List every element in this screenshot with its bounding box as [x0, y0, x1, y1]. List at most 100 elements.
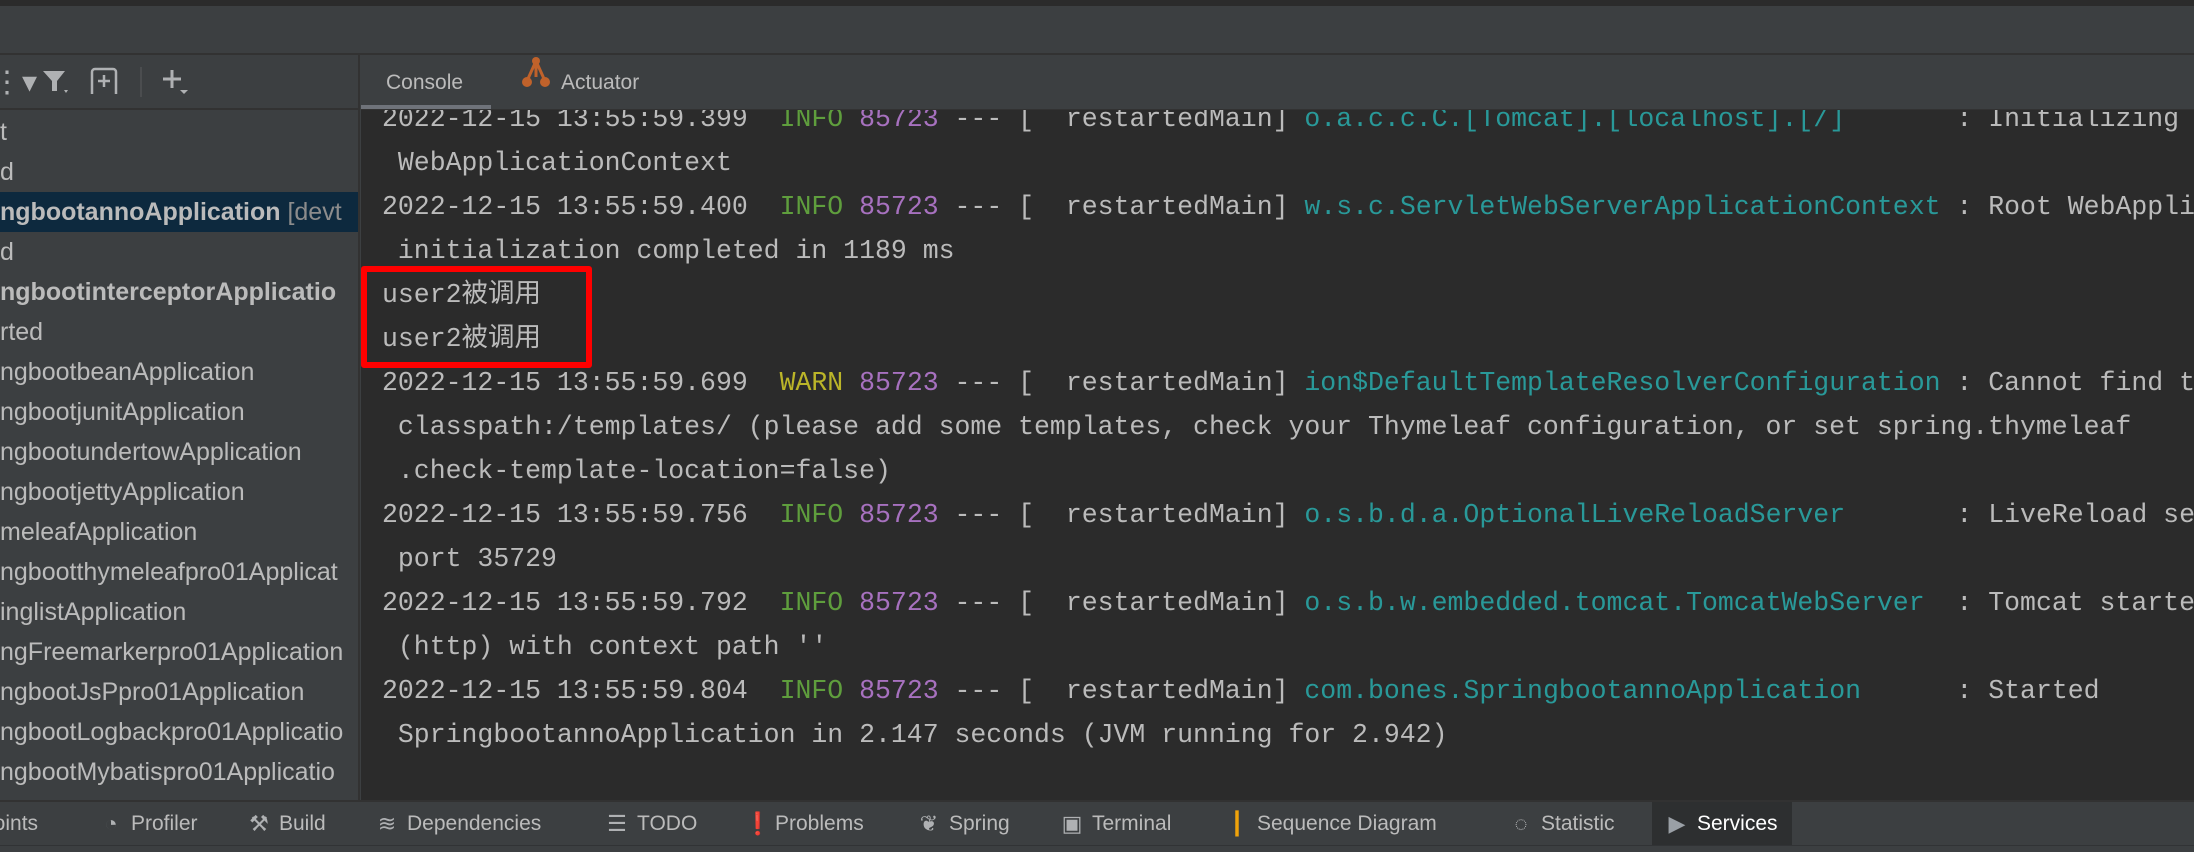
tool-tab-label: Spring [949, 811, 1010, 835]
service-item[interactable]: rted [0, 312, 358, 352]
log-line: WebApplicationContext [382, 141, 2194, 185]
log-logger: o.a.c.c.C.[Tomcat].[localhost].[/] [1304, 110, 1846, 134]
log-level: WARN [779, 368, 844, 398]
tool-tab-statistic[interactable]: ◌ Statistic [1510, 802, 1614, 845]
pie-icon: ◌ [1514, 810, 1528, 836]
service-item-label: ngbootbeanApplication [0, 358, 255, 386]
tool-tab-terminal[interactable]: ▣ Terminal [1061, 802, 1172, 845]
service-item-label: ngbootannoApplication [0, 198, 281, 226]
service-item-label: ngbootundertowApplication [0, 438, 302, 466]
service-item[interactable]: ngbootinterceptorApplicatio [0, 272, 358, 312]
filter-icon[interactable] [40, 65, 72, 99]
log-line: 2022-12-15 13:55:59.756 INFO 85723 --- [… [382, 493, 2194, 537]
log-thread: restartedMain [1065, 676, 1273, 706]
service-item-label: ngbootLogbackpro01Applicatio [0, 718, 344, 746]
service-item[interactable]: ngbootjunitApplication [0, 392, 358, 432]
tool-tab-spring[interactable]: ❦ Spring [918, 802, 1010, 845]
service-item[interactable]: ngbootthymeleafpro01Applicat [0, 552, 358, 592]
log-pid: 85723 [859, 588, 939, 618]
log-timestamp: 2022-12-15 13:55:59.699 [382, 368, 748, 398]
log-message: Initializing Spring embedded [1988, 110, 2180, 134]
service-item[interactable]: ngbootjettyApplication [0, 472, 358, 512]
service-item-label: ngbootinterceptorApplicatio [0, 278, 337, 306]
tool-tab-dependencies[interactable]: ≋ Dependencies [376, 802, 541, 845]
tool-window-bar: points ◔ Profiler ⚒ Build ≋ Dependencies ☰ TODO ❗… [0, 800, 2194, 845]
service-item-label: inglistApplication [0, 598, 187, 626]
service-item[interactable]: d [0, 152, 358, 192]
service-item-label: ngbootMybatispro01Applicatio [0, 758, 335, 786]
tool-tab-build[interactable]: ⚒ Build [248, 802, 326, 845]
tool-tab-problems[interactable]: ❗ Problems [744, 802, 864, 845]
service-item-tag: [devt [280, 198, 342, 226]
log-level: INFO [779, 192, 844, 222]
tool-tab-profiler[interactable]: ◔ Profiler [100, 802, 197, 845]
log-thread: restartedMain [1065, 192, 1273, 222]
services-toolbar: ⋮▾ [0, 55, 358, 110]
log-timestamp: 2022-12-15 13:55:59.804 [382, 676, 748, 706]
log-level: INFO [779, 676, 844, 706]
services-list: t d ngbootannoApplication [devt d ngbootinte… [0, 112, 358, 792]
service-item[interactable]: inglistApplication [0, 592, 358, 632]
log-continuation: (http) with context path '' [397, 632, 828, 662]
highlight-box [361, 266, 592, 368]
log-lines: 2022-12-15 13:55:59.399 INFO 85723 --- [… [382, 110, 2194, 757]
tool-tab-todo[interactable]: ☰ TODO [606, 802, 697, 845]
service-item-label: d [0, 238, 14, 266]
log-continuation: SpringbootannoApplication in 2.147 secon… [397, 720, 1448, 750]
service-item[interactable]: ngbootbeanApplication [0, 352, 358, 392]
service-item[interactable]: ngbootannoApplication [devt [0, 192, 358, 232]
service-item[interactable]: ngFreemarkerpro01Application [0, 632, 358, 672]
log-timestamp: 2022-12-15 13:55:59.792 [382, 588, 748, 618]
log-pid: 85723 [859, 192, 939, 222]
log-continuation: .check-template-location=false) [397, 456, 891, 486]
service-item[interactable]: ngbootLogbackpro01Applicatio [0, 712, 358, 752]
service-item-label: ngbootthymeleafpro01Applicat [0, 558, 338, 586]
log-level: INFO [779, 500, 844, 530]
tab-console[interactable]: Console [386, 55, 463, 110]
log-logger: w.s.c.ServletWebServerApplicationContext [1304, 192, 1941, 222]
toolbar-divider [140, 67, 142, 97]
service-item-label: meleafApplication [0, 518, 198, 546]
service-item[interactable]: d [0, 232, 358, 272]
service-item[interactable]: ngbootMybatispro01Applicatio [0, 752, 358, 792]
service-item-label: d [0, 158, 14, 186]
new-tab-icon[interactable] [88, 65, 122, 99]
log-timestamp: 2022-12-15 13:55:59.756 [382, 500, 748, 530]
tool-tabs: Console Actuator [361, 55, 2194, 110]
log-line: port 35729 [382, 537, 2194, 581]
log-level: INFO [779, 588, 844, 618]
log-line: user2被调用 [382, 273, 2194, 317]
service-item[interactable]: t [0, 112, 358, 152]
log-message: Cannot find template location: [1988, 368, 2194, 398]
group-by-icon[interactable]: ⋮▾ [0, 65, 37, 99]
log-continuation: initialization completed in 1189 ms [397, 236, 955, 266]
tab-actuator[interactable]: Actuator [521, 55, 639, 110]
service-item[interactable]: meleafApplication [0, 512, 358, 552]
active-tab-indicator [361, 105, 491, 109]
log-line: classpath:/templates/ (please add some t… [382, 405, 2194, 449]
status-bar [0, 845, 2194, 852]
tool-tab-label: Build [279, 811, 326, 835]
log-line: user2被调用 [382, 317, 2194, 361]
tool-tab-points[interactable]: points [0, 802, 38, 845]
console-output[interactable]: 2022-12-15 13:55:59.399 INFO 85723 --- [… [361, 110, 2194, 800]
log-message: LiveReload server is running on [1988, 500, 2194, 530]
log-thread: restartedMain [1065, 588, 1273, 618]
service-item-label: rted [0, 318, 44, 346]
list-icon: ☰ [607, 810, 627, 836]
service-item-label: t [0, 118, 7, 146]
terminal-icon: ▣ [1061, 810, 1083, 836]
layers-icon: ≋ [377, 810, 397, 836]
tool-tab-services[interactable]: ▶ Services [1652, 802, 1792, 845]
log-thread: restartedMain [1065, 368, 1273, 398]
service-item-label: ngbootjunitApplication [0, 398, 245, 426]
tool-tab-label: TODO [637, 811, 698, 835]
log-pid: 85723 [859, 110, 939, 134]
log-level: INFO [779, 110, 844, 134]
service-item[interactable]: ngbootundertowApplication [0, 432, 358, 472]
log-logger: o.s.b.w.embedded.tomcat.TomcatWebServer [1304, 588, 1925, 618]
service-item[interactable]: ngbootJsPpro01Application [0, 672, 358, 712]
exclamation-icon: ❗ [744, 810, 772, 836]
tool-tab-sequence-diagram[interactable]: ┃ Sequence Diagram [1226, 802, 1436, 845]
add-icon[interactable] [160, 65, 192, 99]
